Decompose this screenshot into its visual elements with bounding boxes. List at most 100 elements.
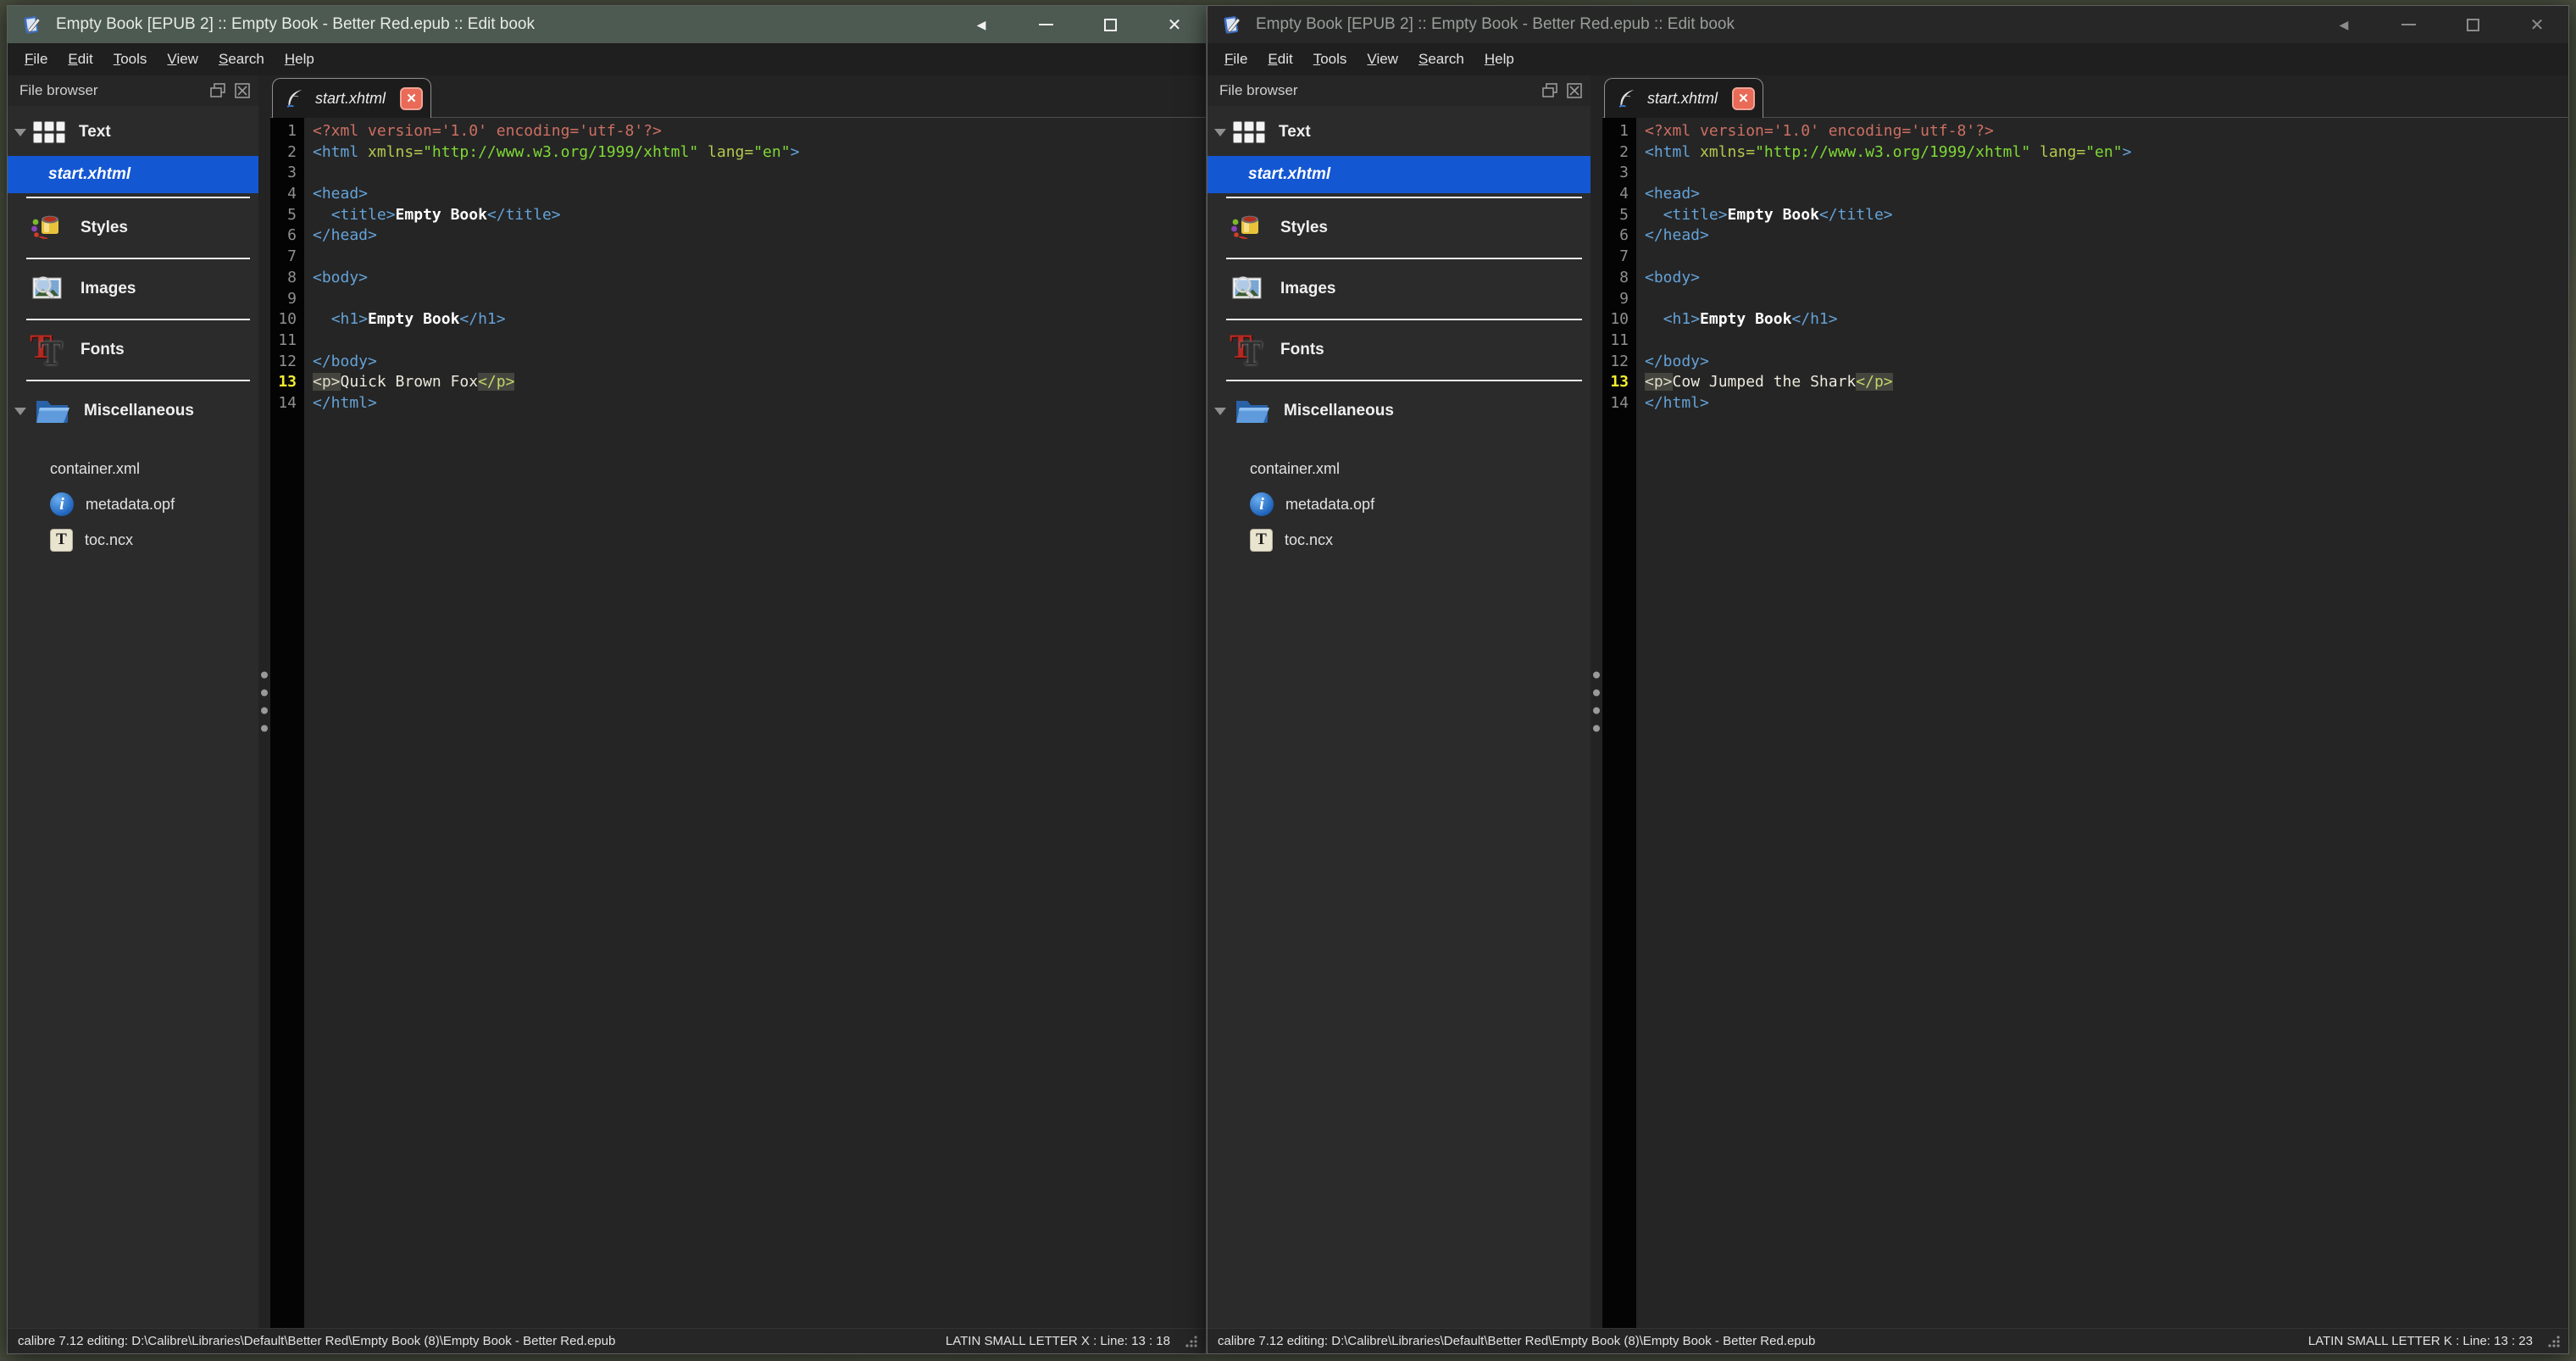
close-button[interactable]: ✕ — [2528, 15, 2546, 34]
keyboard-icon — [1233, 121, 1265, 143]
close-dock-icon[interactable] — [233, 81, 252, 100]
code-line: </html> — [1645, 393, 2568, 414]
line-number-gutter: 1234567891011121314 — [1602, 118, 1636, 1328]
line-number: 12 — [270, 352, 297, 373]
category-images[interactable]: Images — [8, 263, 258, 315]
separator — [1226, 319, 1582, 320]
panel-splitter[interactable] — [1591, 75, 1602, 1328]
tab-start-xhtml[interactable]: start.xhtml ✕ — [272, 78, 431, 118]
tree-item-metadata-opf[interactable]: i metadata.opf — [1208, 486, 1591, 522]
maximize-button[interactable] — [2463, 15, 2482, 34]
code-line: <?xml version='1.0' encoding='utf-8'?> — [1645, 121, 2568, 142]
menu-file[interactable]: File — [1214, 47, 1257, 72]
tree-item-start-xhtml[interactable]: start.xhtml — [8, 156, 258, 193]
line-number: 7 — [1602, 247, 1629, 268]
separator — [1226, 380, 1582, 381]
window-title: Empty Book [EPUB 2] :: Empty Book - Bett… — [1256, 15, 2323, 34]
code-line: <head> — [313, 184, 1206, 205]
category-miscellaneous[interactable]: Miscellaneous — [8, 385, 258, 437]
menu-edit[interactable]: Edit — [1257, 47, 1302, 72]
resize-grip[interactable] — [1184, 1334, 1199, 1349]
file-browser-panel: File browser Text start.xhtml Styles — [1208, 75, 1591, 1328]
minimize-button[interactable] — [1036, 15, 1055, 34]
line-number: 2 — [1602, 142, 1629, 164]
category-fonts[interactable]: T T Fonts — [1208, 324, 1591, 376]
tree-item-metadata-opf[interactable]: i metadata.opf — [8, 486, 258, 522]
line-number: 14 — [270, 393, 297, 414]
tab-bar: start.xhtml ✕ — [270, 75, 1206, 118]
calibre-edit-book-window-left: Empty Book [EPUB 2] :: Empty Book - Bett… — [7, 5, 1207, 1354]
menu-tools[interactable]: Tools — [103, 47, 158, 72]
close-button[interactable]: ✕ — [1165, 15, 1184, 34]
menu-help[interactable]: Help — [275, 47, 325, 72]
source-code[interactable]: <?xml version='1.0' encoding='utf-8'?><h… — [304, 118, 1206, 1328]
menu-search[interactable]: Search — [208, 47, 275, 72]
menu-edit[interactable]: Edit — [58, 47, 103, 72]
code-line — [1645, 163, 2568, 184]
collapse-arrow-icon[interactable] — [14, 408, 26, 415]
category-fonts[interactable]: T T Fonts — [8, 324, 258, 376]
line-number: 7 — [270, 247, 297, 268]
category-miscellaneous[interactable]: Miscellaneous — [1208, 385, 1591, 437]
tree-item-toc-ncx[interactable]: T toc.ncx — [8, 522, 258, 558]
code-line — [313, 247, 1206, 268]
back-button[interactable]: ◀ — [2334, 15, 2353, 34]
line-number: 8 — [1602, 268, 1629, 289]
tree-item-start-xhtml[interactable]: start.xhtml — [1208, 156, 1591, 193]
separator — [26, 319, 250, 320]
minimize-button[interactable] — [2399, 15, 2418, 34]
category-styles[interactable]: Styles — [1208, 202, 1591, 254]
line-number: 9 — [1602, 289, 1629, 310]
feather-icon — [283, 87, 306, 110]
tab-close-button[interactable]: ✕ — [1732, 87, 1755, 110]
code-line: <title>Empty Book</title> — [313, 205, 1206, 226]
tab-label: start.xhtml — [315, 90, 391, 108]
separator — [26, 197, 250, 198]
tree-item-container-xml[interactable]: container.xml — [1208, 451, 1591, 486]
code-editor[interactable]: 1234567891011121314 <?xml version='1.0' … — [270, 118, 1206, 1328]
back-button[interactable]: ◀ — [972, 15, 991, 34]
line-number: 3 — [1602, 163, 1629, 184]
menu-file[interactable]: File — [14, 47, 58, 72]
app-icon — [1221, 14, 1244, 36]
panel-splitter[interactable] — [258, 75, 270, 1328]
close-dock-icon[interactable] — [1565, 81, 1584, 100]
tab-start-xhtml[interactable]: start.xhtml ✕ — [1604, 78, 1763, 118]
tab-bar: start.xhtml ✕ — [1602, 75, 2568, 118]
collapse-arrow-icon[interactable] — [1214, 129, 1226, 136]
category-styles[interactable]: Styles — [8, 202, 258, 254]
feather-icon — [1615, 87, 1638, 110]
code-line: <h1>Empty Book</h1> — [1645, 309, 2568, 331]
maximize-button[interactable] — [1101, 15, 1119, 34]
tab-label: start.xhtml — [1647, 90, 1723, 108]
status-file-path: calibre 7.12 editing: D:\Calibre\Librari… — [1218, 1334, 2308, 1348]
category-text[interactable]: Text — [8, 116, 258, 148]
status-bar: calibre 7.12 editing: D:\Calibre\Librari… — [1208, 1328, 2568, 1353]
line-number: 12 — [1602, 352, 1629, 373]
resize-grip[interactable] — [2546, 1334, 2562, 1349]
float-dock-icon[interactable] — [1541, 81, 1559, 100]
menu-tools[interactable]: Tools — [1303, 47, 1357, 72]
category-text[interactable]: Text — [1208, 116, 1591, 148]
collapse-arrow-icon[interactable] — [1214, 408, 1226, 415]
styles-paintcan-icon — [30, 209, 67, 247]
collapse-arrow-icon[interactable] — [14, 129, 26, 136]
code-editor[interactable]: 1234567891011121314 <?xml version='1.0' … — [1602, 118, 2568, 1328]
titlebar[interactable]: Empty Book [EPUB 2] :: Empty Book - Bett… — [8, 6, 1206, 43]
tree-item-container-xml[interactable]: container.xml — [8, 451, 258, 486]
cursor-position: LATIN SMALL LETTER X : Line: 13 : 18 — [946, 1334, 1170, 1348]
menu-view[interactable]: View — [1357, 47, 1408, 72]
code-line: <p>Quick Brown Fox</p> — [313, 372, 1206, 393]
tree-item-toc-ncx[interactable]: T toc.ncx — [1208, 522, 1591, 558]
editor-panel: start.xhtml ✕ 1234567891011121314 <?xml … — [270, 75, 1206, 1328]
separator — [1226, 258, 1582, 259]
menu-search[interactable]: Search — [1408, 47, 1474, 72]
category-images[interactable]: Images — [1208, 263, 1591, 315]
titlebar[interactable]: Empty Book [EPUB 2] :: Empty Book - Bett… — [1208, 6, 2568, 43]
menu-view[interactable]: View — [157, 47, 208, 72]
source-code[interactable]: <?xml version='1.0' encoding='utf-8'?> <h… — [1636, 118, 2568, 1328]
menubar: File Edit Tools View Search Help — [8, 43, 1206, 75]
float-dock-icon[interactable] — [208, 81, 227, 100]
menu-help[interactable]: Help — [1474, 47, 1524, 72]
tab-close-button[interactable]: ✕ — [400, 87, 423, 110]
